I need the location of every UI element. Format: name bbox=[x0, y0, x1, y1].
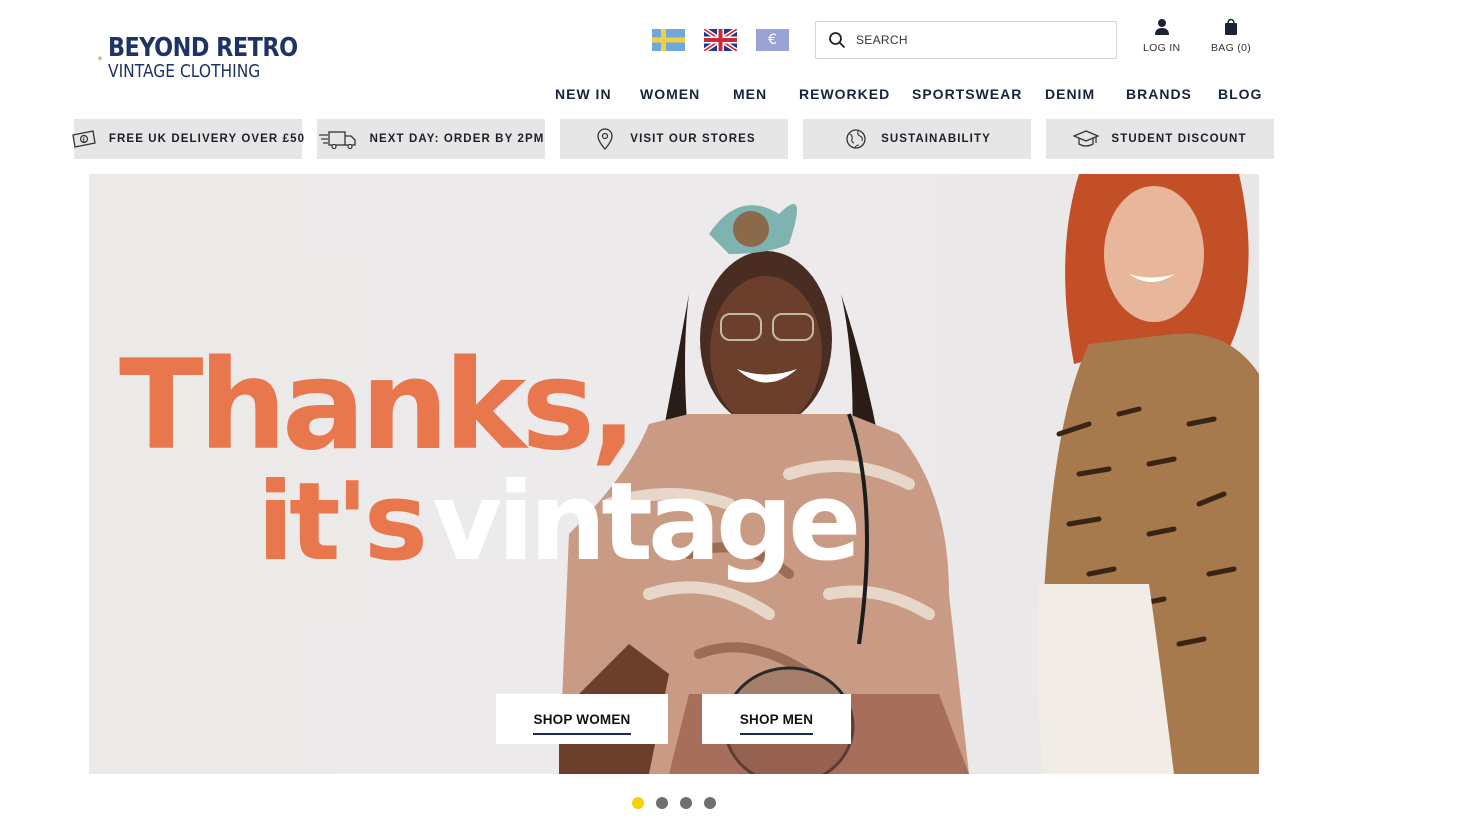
user-icon bbox=[1154, 19, 1169, 35]
nav-new-in[interactable]: NEW IN bbox=[555, 86, 612, 104]
svg-text:£: £ bbox=[82, 137, 86, 144]
search-input[interactable] bbox=[856, 33, 1096, 47]
login-label: LOG IN bbox=[1143, 42, 1181, 54]
logo-title: BEYOND RETRO bbox=[107, 33, 298, 63]
shop-women-button[interactable]: SHOP WOMEN bbox=[496, 694, 668, 744]
usp-sustainability[interactable]: SUSTAINABILITY bbox=[803, 119, 1031, 159]
carousel-dot-3[interactable] bbox=[680, 797, 692, 809]
usp-free-delivery[interactable]: £ FREE UK DELIVERY OVER £50 bbox=[72, 119, 306, 159]
bag-label: BAG (0) bbox=[1211, 42, 1252, 54]
anchor-logo-icon bbox=[98, 55, 102, 61]
hero-headline-line1: Thanks, bbox=[119, 334, 637, 478]
usp-label: VISIT OUR STORES bbox=[630, 133, 756, 145]
usp-label: STUDENT DISCOUNT bbox=[1111, 133, 1247, 145]
nav-reworked[interactable]: REWORKED bbox=[799, 86, 890, 104]
logo-subtitle: VINTAGE CLOTHING bbox=[107, 61, 260, 82]
hero-banner[interactable]: Thanks, it's vintage SHOP WOMEN SHOP MEN bbox=[89, 174, 1259, 774]
carousel-dot-4[interactable] bbox=[704, 797, 716, 809]
shopping-bag-icon bbox=[1225, 18, 1238, 35]
graduation-cap-icon bbox=[1073, 130, 1100, 147]
search-box[interactable] bbox=[815, 21, 1117, 59]
shop-men-button[interactable]: SHOP MEN bbox=[702, 694, 851, 744]
nav-women[interactable]: WOMEN bbox=[640, 86, 700, 104]
bag-link[interactable]: BAG (0) bbox=[1211, 18, 1251, 54]
hero-headline-its: it's bbox=[257, 460, 428, 585]
login-link[interactable]: LOG IN bbox=[1143, 18, 1180, 54]
globe-icon bbox=[846, 129, 866, 149]
hero-headline-vintage: vintage bbox=[432, 460, 861, 585]
nav-brands[interactable]: BRANDS bbox=[1126, 86, 1192, 104]
usp-next-day[interactable]: NEXT DAY: ORDER BY 2PM bbox=[317, 119, 545, 159]
sweden-flag[interactable] bbox=[652, 29, 685, 51]
euro-flag[interactable]: € bbox=[756, 29, 789, 51]
uk-flag[interactable] bbox=[704, 29, 737, 51]
nav-denim[interactable]: DENIM bbox=[1045, 86, 1095, 104]
nav-men[interactable]: MEN bbox=[733, 86, 767, 104]
usp-label: FREE UK DELIVERY OVER £50 bbox=[108, 133, 306, 145]
usp-student-discount[interactable]: STUDENT DISCOUNT bbox=[1046, 119, 1274, 159]
shop-men-label: SHOP MEN bbox=[739, 712, 814, 735]
banknote-icon: £ bbox=[72, 130, 96, 148]
usp-visit-stores[interactable]: VISIT OUR STORES bbox=[560, 119, 788, 159]
delivery-truck-icon bbox=[318, 131, 356, 150]
shop-women-label: SHOP WOMEN bbox=[533, 712, 631, 735]
nav-sportswear[interactable]: SPORTSWEAR bbox=[912, 86, 1022, 104]
site-logo[interactable]: BEYOND RETRO VINTAGE CLOTHING bbox=[98, 27, 328, 89]
carousel-dot-1[interactable] bbox=[632, 797, 644, 809]
carousel-dot-2[interactable] bbox=[656, 797, 668, 809]
usp-label: SUSTAINABILITY bbox=[881, 133, 991, 145]
usp-label: NEXT DAY: ORDER BY 2PM bbox=[369, 133, 545, 145]
location-pin-icon bbox=[597, 128, 613, 150]
search-icon bbox=[829, 32, 846, 49]
nav-blog[interactable]: BLOG bbox=[1218, 86, 1262, 104]
